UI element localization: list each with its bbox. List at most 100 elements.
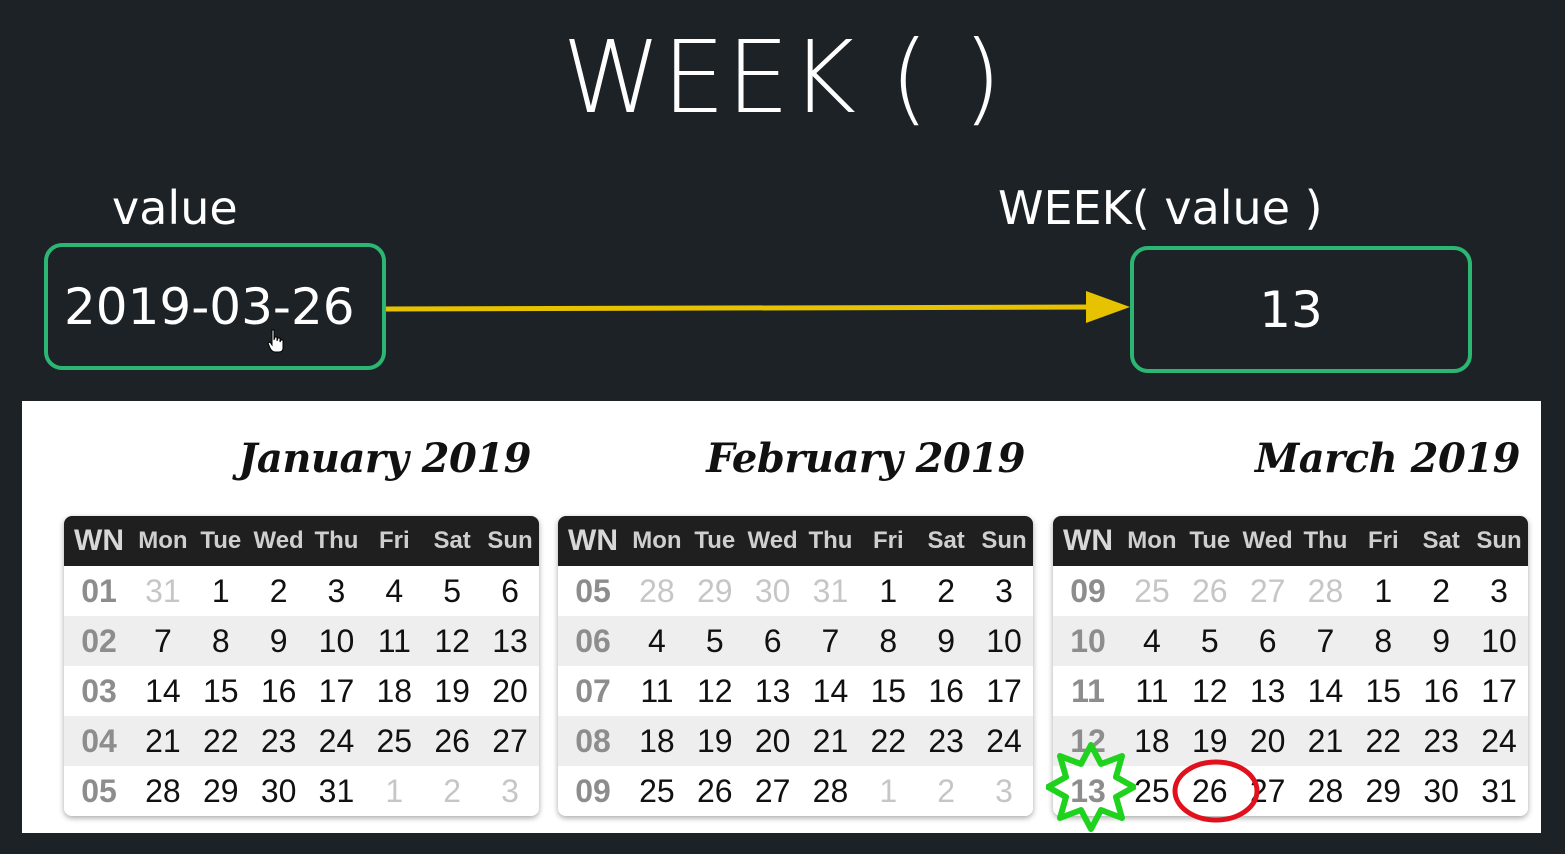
day-cell[interactable]: 3: [307, 566, 366, 616]
day-cell[interactable]: 7: [801, 616, 860, 666]
day-cell[interactable]: 22: [191, 716, 250, 766]
day-cell[interactable]: 28: [628, 566, 686, 616]
day-cell[interactable]: 12: [685, 666, 744, 716]
day-cell[interactable]: 20: [743, 716, 802, 766]
day-cell[interactable]: 1: [365, 766, 424, 816]
day-cell[interactable]: 3: [975, 766, 1033, 816]
day-cell[interactable]: 18: [365, 666, 424, 716]
day-cell[interactable]: 13: [743, 666, 802, 716]
day-cell[interactable]: 18: [628, 716, 686, 766]
day-cell[interactable]: 11: [628, 666, 686, 716]
day-cell[interactable]: 15: [859, 666, 918, 716]
day-cell[interactable]: 16: [1412, 666, 1471, 716]
day-cell[interactable]: 26: [423, 716, 482, 766]
day-cell[interactable]: 15: [1354, 666, 1413, 716]
day-cell[interactable]: 11: [1123, 666, 1181, 716]
day-cell[interactable]: 25: [628, 766, 686, 816]
day-cell[interactable]: 1: [1354, 566, 1413, 616]
day-cell[interactable]: 13: [481, 616, 539, 666]
day-cell[interactable]: 25: [365, 716, 424, 766]
day-cell[interactable]: 14: [801, 666, 860, 716]
day-cell[interactable]: 4: [1123, 616, 1181, 666]
day-cell[interactable]: 28: [1296, 766, 1355, 816]
day-cell[interactable]: 25: [1123, 566, 1181, 616]
day-cell[interactable]: 31: [307, 766, 366, 816]
day-cell[interactable]: 9: [917, 616, 976, 666]
day-cell[interactable]: 31: [1470, 766, 1528, 816]
day-cell[interactable]: 3: [1470, 566, 1528, 616]
day-cell[interactable]: 21: [134, 716, 192, 766]
day-cell[interactable]: 2: [917, 566, 976, 616]
day-cell[interactable]: 1: [859, 766, 918, 816]
day-cell[interactable]: 19: [423, 666, 482, 716]
day-cell[interactable]: 29: [685, 566, 744, 616]
day-cell[interactable]: 19: [685, 716, 744, 766]
day-cell[interactable]: 17: [1470, 666, 1528, 716]
day-cell[interactable]: 26: [1180, 566, 1239, 616]
day-cell[interactable]: 16: [249, 666, 308, 716]
day-cell[interactable]: 6: [743, 616, 802, 666]
day-cell[interactable]: 27: [1238, 566, 1297, 616]
day-cell[interactable]: 27: [743, 766, 802, 816]
day-cell[interactable]: 10: [975, 616, 1033, 666]
day-cell[interactable]: 15: [191, 666, 250, 716]
day-cell[interactable]: 22: [1354, 716, 1413, 766]
day-cell[interactable]: 17: [975, 666, 1033, 716]
day-cell[interactable]: 8: [1354, 616, 1413, 666]
day-cell[interactable]: 7: [1296, 616, 1355, 666]
day-cell[interactable]: 29: [191, 766, 250, 816]
day-cell[interactable]: 7: [134, 616, 192, 666]
day-cell[interactable]: 3: [975, 566, 1033, 616]
day-cell[interactable]: 2: [249, 566, 308, 616]
day-cell[interactable]: 21: [1296, 716, 1355, 766]
day-cell[interactable]: 28: [134, 766, 192, 816]
day-cell[interactable]: 2: [423, 766, 482, 816]
day-cell[interactable]: 9: [1412, 616, 1471, 666]
day-cell[interactable]: 5: [423, 566, 482, 616]
day-cell[interactable]: 28: [1296, 566, 1355, 616]
day-cell[interactable]: 11: [365, 616, 424, 666]
day-cell[interactable]: 20: [481, 666, 539, 716]
day-cell[interactable]: 10: [1470, 616, 1528, 666]
day-cell[interactable]: 23: [917, 716, 976, 766]
day-cell[interactable]: 23: [249, 716, 308, 766]
day-cell[interactable]: 5: [1180, 616, 1239, 666]
day-cell[interactable]: 2: [1412, 566, 1471, 616]
day-cell[interactable]: 24: [975, 716, 1033, 766]
day-cell[interactable]: 12: [1180, 666, 1239, 716]
day-cell[interactable]: 27: [481, 716, 539, 766]
day-cell[interactable]: 30: [249, 766, 308, 816]
day-cell[interactable]: 6: [481, 566, 539, 616]
day-cell[interactable]: 9: [249, 616, 308, 666]
day-cell[interactable]: 8: [859, 616, 918, 666]
day-cell[interactable]: 1: [191, 566, 250, 616]
day-cell[interactable]: 4: [628, 616, 686, 666]
day-cell[interactable]: 17: [307, 666, 366, 716]
day-cell[interactable]: 6: [1238, 616, 1297, 666]
day-cell[interactable]: 8: [191, 616, 250, 666]
week-number: 01: [64, 566, 134, 616]
day-cell[interactable]: 1: [859, 566, 918, 616]
day-cell[interactable]: 10: [307, 616, 366, 666]
day-cell[interactable]: 24: [1470, 716, 1528, 766]
day-cell[interactable]: 26: [685, 766, 744, 816]
day-cell[interactable]: 23: [1412, 716, 1471, 766]
day-cell[interactable]: 30: [1412, 766, 1471, 816]
day-cell[interactable]: 13: [1238, 666, 1297, 716]
day-cell[interactable]: 2: [917, 766, 976, 816]
day-cell[interactable]: 31: [134, 566, 192, 616]
day-cell[interactable]: 5: [685, 616, 744, 666]
day-cell[interactable]: 12: [423, 616, 482, 666]
day-cell[interactable]: 30: [743, 566, 802, 616]
day-cell[interactable]: 31: [801, 566, 860, 616]
day-cell[interactable]: 4: [365, 566, 424, 616]
day-cell[interactable]: 3: [481, 766, 539, 816]
day-cell[interactable]: 29: [1354, 766, 1413, 816]
day-cell[interactable]: 24: [307, 716, 366, 766]
day-cell[interactable]: 22: [859, 716, 918, 766]
day-cell[interactable]: 21: [801, 716, 860, 766]
day-cell[interactable]: 14: [1296, 666, 1355, 716]
day-cell[interactable]: 28: [801, 766, 860, 816]
day-cell[interactable]: 14: [134, 666, 192, 716]
day-cell[interactable]: 16: [917, 666, 976, 716]
